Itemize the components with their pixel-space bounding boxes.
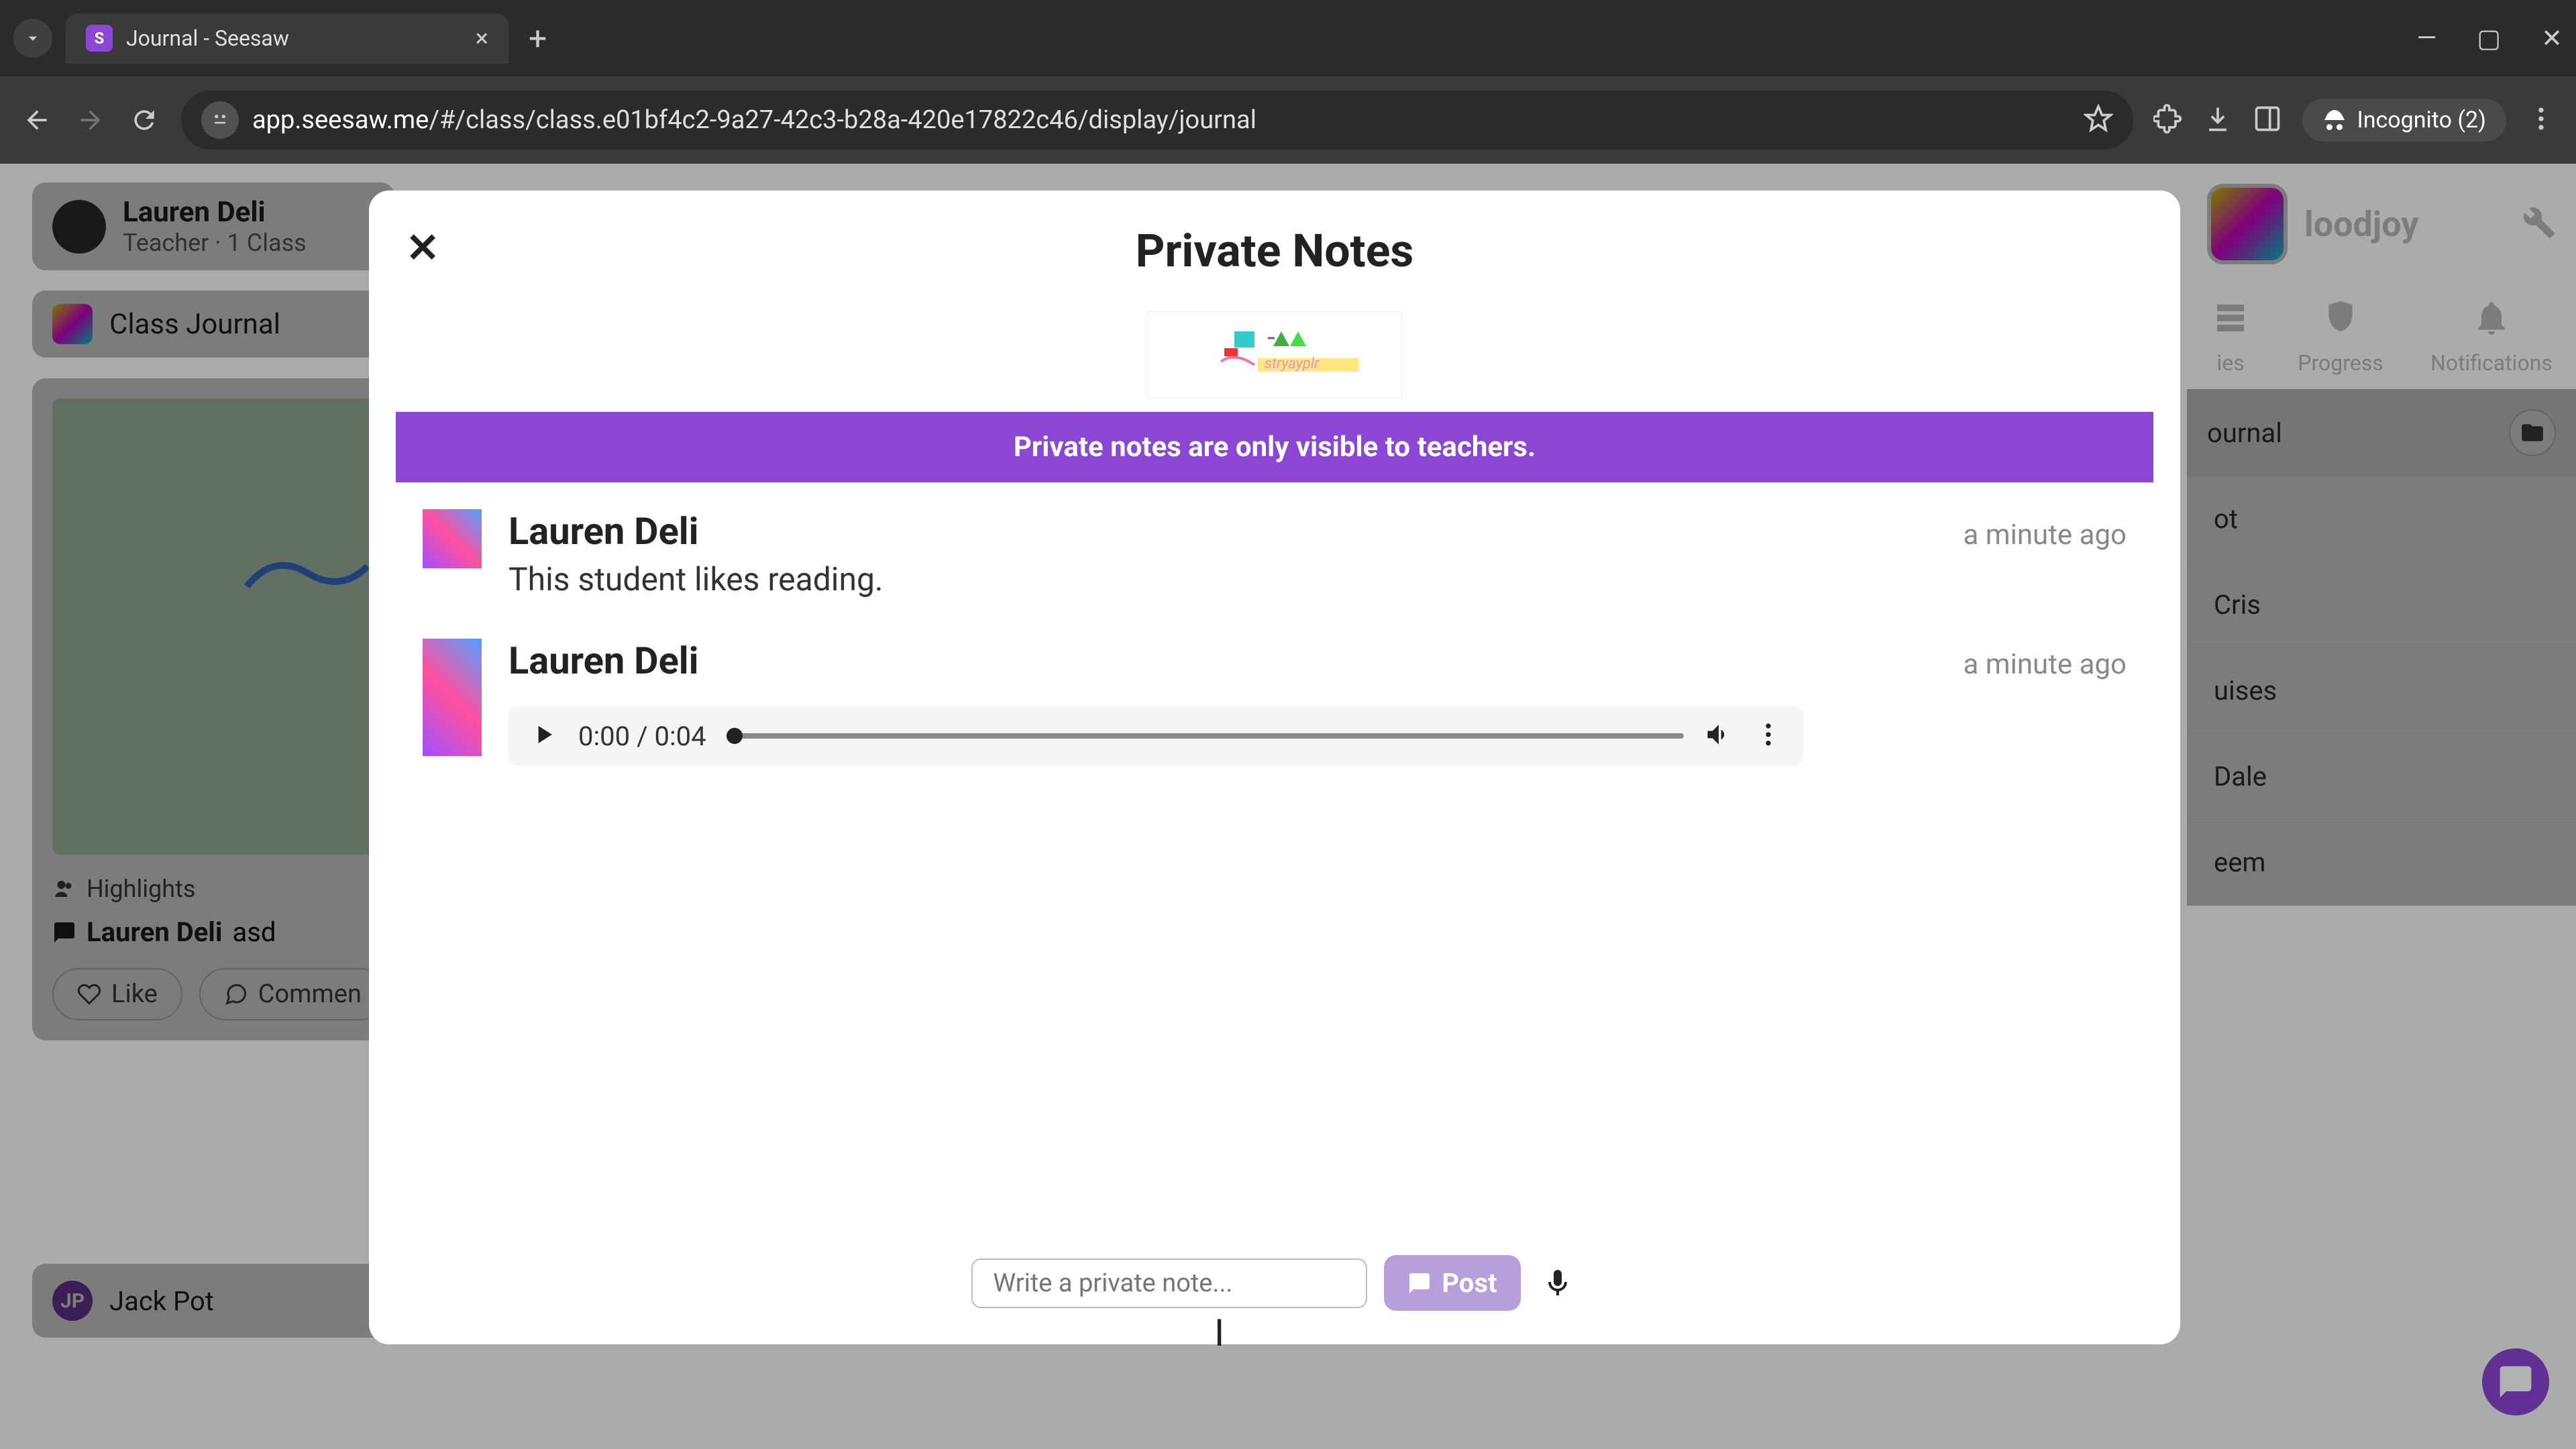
private-notes-modal: ✕ Private Notes stryayplr Priva xyxy=(369,191,2180,1344)
note-avatar xyxy=(423,639,482,756)
audio-more-button[interactable] xyxy=(1754,720,1783,752)
play-button[interactable] xyxy=(529,720,558,752)
preview-thumbnail[interactable]: stryayplr xyxy=(1147,311,1402,398)
forward-button xyxy=(74,103,107,137)
note-timestamp: a minute ago xyxy=(1964,648,2127,681)
audio-player: 0:00 / 0:04 xyxy=(508,706,1803,765)
address-bar[interactable]: app.seesaw.me/#/class/class.e01bf4c2-9a2… xyxy=(181,91,2133,150)
audio-seek-bar[interactable] xyxy=(727,733,1684,739)
note-item: Lauren Deli a minute ago 0:00 / 0:04 xyxy=(423,639,2127,765)
private-note-input[interactable] xyxy=(971,1258,1367,1308)
incognito-icon xyxy=(2322,108,2347,132)
close-tab-button[interactable]: × xyxy=(476,24,488,52)
side-panel-button[interactable] xyxy=(2253,104,2282,136)
window-controls: — ▢ ✕ xyxy=(2417,23,2563,54)
browser-tab-bar: S Journal - Seesaw × + — ▢ ✕ xyxy=(0,0,2576,76)
tab-title: Journal - Seesaw xyxy=(126,25,462,51)
reload-button[interactable] xyxy=(127,103,161,137)
site-settings-icon[interactable] xyxy=(201,101,239,139)
seesaw-favicon-icon: S xyxy=(86,25,113,52)
note-item: Lauren Deli a minute ago This student li… xyxy=(423,509,2127,598)
close-modal-button[interactable]: ✕ xyxy=(406,224,439,272)
extensions-button[interactable] xyxy=(2153,104,2183,136)
maximize-button[interactable]: ▢ xyxy=(2477,23,2501,54)
bookmark-button[interactable] xyxy=(2084,104,2113,136)
notes-list: Lauren Deli a minute ago This student li… xyxy=(369,482,2180,1235)
incognito-badge[interactable]: Incognito (2) xyxy=(2302,99,2506,142)
preview-drawing: stryayplr xyxy=(1174,321,1375,388)
modal-overlay[interactable]: ✕ Private Notes stryayplr Priva xyxy=(0,164,2576,1449)
close-window-button[interactable]: ✕ xyxy=(2541,23,2563,54)
note-text: This student likes reading. xyxy=(508,560,2127,598)
minimize-button[interactable]: — xyxy=(2417,23,2437,54)
comment-icon xyxy=(1407,1271,1432,1295)
modal-footer: Post xyxy=(369,1235,2180,1344)
modal-title: Private Notes xyxy=(369,191,2180,298)
note-timestamp: a minute ago xyxy=(1964,519,2127,551)
browser-menu-button[interactable] xyxy=(2526,104,2556,136)
chevron-down-icon xyxy=(23,28,43,48)
record-audio-button[interactable] xyxy=(1538,1263,1578,1303)
note-author: Lauren Deli xyxy=(508,509,698,553)
volume-button[interactable] xyxy=(1704,720,1733,752)
note-avatar xyxy=(423,509,482,568)
tab-search-dropdown[interactable] xyxy=(13,19,52,58)
note-author: Lauren Deli xyxy=(508,639,698,683)
privacy-banner: Private notes are only visible to teache… xyxy=(396,412,2153,482)
microphone-icon xyxy=(1542,1267,1574,1299)
svg-text:stryayplr: stryayplr xyxy=(1265,356,1320,372)
browser-tab[interactable]: S Journal - Seesaw × xyxy=(66,13,508,64)
audio-time: 0:00 / 0:04 xyxy=(578,720,706,752)
downloads-button[interactable] xyxy=(2203,104,2233,136)
post-button[interactable]: Post xyxy=(1384,1255,1520,1311)
new-tab-button[interactable]: + xyxy=(529,19,547,58)
note-preview: stryayplr xyxy=(369,298,2180,412)
back-button[interactable] xyxy=(20,103,54,137)
url-text: app.seesaw.me/#/class/class.e01bf4c2-9a2… xyxy=(252,105,2070,135)
browser-toolbar: app.seesaw.me/#/class/class.e01bf4c2-9a2… xyxy=(0,76,2576,164)
